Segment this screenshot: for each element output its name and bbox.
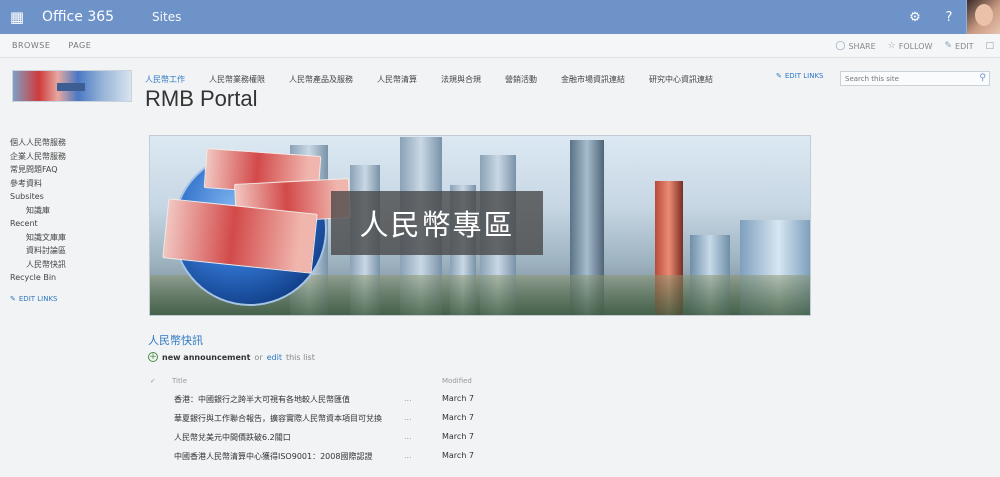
leftnav-item-subsites[interactable]: Subsites	[10, 190, 130, 204]
pencil-icon: ✎	[776, 72, 782, 80]
help-icon[interactable]: ?	[932, 0, 966, 34]
list-item-date: March 7	[442, 451, 475, 460]
top-nav: 人民幣工作 人民幣業務權限 人民幣產品及服務 人民幣清算 法規與合規 營銷活動 …	[145, 72, 737, 86]
focus-icon: □	[985, 41, 994, 51]
ellipsis-icon[interactable]: ...	[404, 451, 412, 460]
list-item-title[interactable]: 中國香港人民幣清算中心獲得ISO9001：2008國際認證	[174, 451, 372, 462]
follow-label: FOLLOW	[898, 41, 933, 51]
column-modified-header[interactable]: Modified	[442, 377, 472, 385]
edit-links-label: EDIT LINKS	[784, 72, 824, 80]
focus-button[interactable]: □	[985, 41, 994, 51]
tab-page[interactable]: PAGE	[68, 41, 91, 50]
list-item-title[interactable]: 華夏銀行與工作聯合報告，擴容實際人民幣資本項目可兌換	[174, 413, 382, 424]
list-header: ✓ Title Modified	[148, 377, 508, 389]
topnav-item-research[interactable]: 研究中心資訊連結	[649, 74, 713, 85]
banner-image: 人民幣專區	[149, 135, 811, 316]
ellipsis-icon[interactable]: ...	[404, 432, 412, 441]
topnav-item-products[interactable]: 人民幣產品及服務	[289, 74, 353, 85]
topnav-item-clearing[interactable]: 人民幣清算	[377, 74, 417, 85]
edit-list-link[interactable]: edit	[267, 353, 282, 362]
plus-icon[interactable]: +	[148, 352, 158, 362]
announcement-list: 香港：中國銀行之跨半大可視有各地較人民幣匯值 ... March 7 華夏銀行與…	[148, 394, 508, 470]
list-item-title[interactable]: 人民幣兌美元中間價跌破6.2關口	[174, 432, 291, 443]
banner-caption: 人民幣專區	[331, 191, 543, 255]
new-announcement-link[interactable]: new announcement	[162, 353, 250, 362]
office-365-brand[interactable]: Office 365	[42, 9, 114, 25]
share-label: SHARE	[848, 41, 876, 51]
list-item-date: March 7	[442, 413, 475, 422]
leftnav-item-reference[interactable]: 參考資料	[10, 177, 130, 191]
ellipsis-icon[interactable]: ...	[404, 413, 412, 422]
search-input[interactable]	[845, 74, 970, 83]
or-text: or	[254, 352, 263, 362]
list-item[interactable]: 人民幣兌美元中間價跌破6.2關口 ... March 7	[148, 432, 508, 451]
list-item[interactable]: 香港：中國銀行之跨半大可視有各地較人民幣匯值 ... March 7	[148, 394, 508, 413]
leftnav-item-news[interactable]: 人民幣快訊	[10, 258, 130, 272]
announcements-title[interactable]: 人民幣快訊	[148, 332, 203, 348]
this-list-text: this list	[285, 352, 315, 362]
site-logo[interactable]	[12, 70, 132, 102]
gear-icon[interactable]: ⚙	[898, 0, 932, 34]
leftnav-item-discussion[interactable]: 資料討論區	[10, 244, 130, 258]
pencil-icon: ✎	[10, 294, 16, 303]
ribbon: BROWSE PAGE ◯ SHARE ☆ FOLLOW ✎ EDIT □	[0, 34, 1000, 58]
list-item-date: March 7	[442, 432, 475, 441]
ellipsis-icon[interactable]: ...	[404, 394, 412, 403]
leftnav-item-recycle-bin[interactable]: Recycle Bin	[10, 271, 130, 285]
follow-button[interactable]: ☆ FOLLOW	[888, 41, 933, 51]
edit-links-left-button[interactable]: ✎ EDIT LINKS	[10, 295, 130, 303]
star-icon: ☆	[887, 41, 896, 51]
edit-button[interactable]: ✎ EDIT	[944, 41, 973, 51]
sites-link[interactable]: Sites	[152, 10, 181, 24]
tab-browse[interactable]: BROWSE	[12, 41, 50, 50]
suite-right-controls: ⚙ ?	[898, 0, 1000, 34]
suite-bar: ▦ Office 365 Sites ⚙ ?	[0, 0, 1000, 34]
checkmark-icon[interactable]: ✓	[150, 377, 156, 385]
pencil-icon: ✎	[944, 41, 953, 51]
topnav-item-permissions[interactable]: 人民幣業務權限	[209, 74, 265, 85]
page-title[interactable]: RMB Portal	[145, 86, 257, 112]
avatar[interactable]	[966, 0, 1000, 34]
leftnav-item-corporate[interactable]: 企業人民幣服務	[10, 150, 130, 164]
list-item-date: March 7	[442, 394, 475, 403]
topnav-item-work[interactable]: 人民幣工作	[145, 74, 185, 85]
leftnav-item-faq[interactable]: 常見問題FAQ	[10, 163, 130, 177]
topnav-item-markets[interactable]: 金融市場資訊連結	[561, 74, 625, 85]
topnav-item-marketing[interactable]: 營銷活動	[505, 74, 537, 85]
search-icon[interactable]: ⚲	[979, 73, 986, 83]
list-item-title[interactable]: 香港：中國銀行之跨半大可視有各地較人民幣匯值	[174, 394, 350, 405]
edit-links-top-button[interactable]: ✎ EDIT LINKS	[776, 72, 824, 80]
search-box[interactable]: ⚲	[840, 71, 990, 86]
new-announcement: + new announcement or edit this list	[148, 352, 315, 362]
ribbon-actions: ◯ SHARE ☆ FOLLOW ✎ EDIT □	[835, 34, 994, 58]
leftnav-item-personal[interactable]: 個人人民幣服務	[10, 136, 130, 150]
list-item[interactable]: 中國香港人民幣清算中心獲得ISO9001：2008國際認證 ... March …	[148, 451, 508, 470]
share-button[interactable]: ◯ SHARE	[835, 41, 875, 51]
waffle-icon[interactable]: ▦	[0, 0, 34, 34]
list-item[interactable]: 華夏銀行與工作聯合報告，擴容實際人民幣資本項目可兌換 ... March 7	[148, 413, 508, 432]
leftnav-item-recent[interactable]: Recent	[10, 217, 130, 231]
left-nav: 個人人民幣服務 企業人民幣服務 常見問題FAQ 參考資料 Subsites 知識…	[10, 136, 130, 303]
share-icon: ◯	[835, 41, 846, 51]
edit-links-left-label: EDIT LINKS	[18, 294, 58, 303]
leftnav-item-library[interactable]: 知識文庫庫	[10, 231, 130, 245]
topnav-item-compliance[interactable]: 法規與合規	[441, 74, 481, 85]
column-title-header[interactable]: Title	[172, 377, 187, 385]
edit-label: EDIT	[955, 41, 974, 51]
leftnav-item-knowledge[interactable]: 知識庫	[10, 204, 130, 218]
